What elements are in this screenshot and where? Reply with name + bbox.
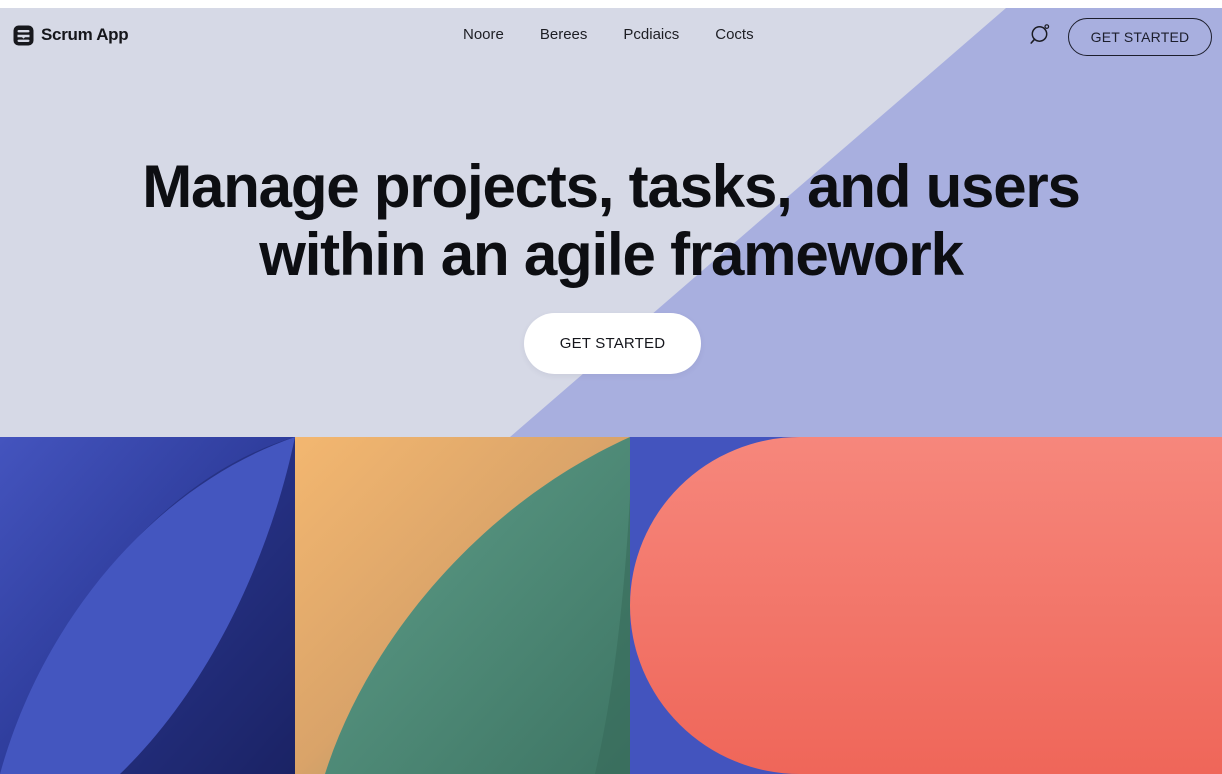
hero-headline-line-2: within an agile framework <box>259 221 964 288</box>
artwork-panel-green <box>295 437 630 774</box>
artwork-panel-coral <box>630 437 1222 774</box>
nav-links: Noore Berees Pcdiaics Cocts <box>463 26 754 43</box>
logo-text: Scrum App <box>41 25 129 44</box>
layers-icon <box>12 24 35 47</box>
nav-link-1[interactable]: Noore <box>463 26 504 43</box>
header-get-started-button[interactable]: GET STARTED <box>1068 18 1212 56</box>
search-icon[interactable] <box>1029 23 1053 47</box>
nav-link-4[interactable]: Cocts <box>715 26 753 43</box>
landing-page: Scrum App Noore Berees Pcdiaics Cocts GE… <box>0 0 1222 774</box>
logo[interactable]: Scrum App <box>12 23 129 47</box>
hero-headline-line-1: Manage projects, tasks, and users <box>142 153 1081 220</box>
top-nav: Scrum App Noore Berees Pcdiaics Cocts GE… <box>0 8 1222 64</box>
artwork-panel-blue <box>0 437 295 774</box>
hero-headline: Manage projects, tasks, and users within… <box>0 153 1222 289</box>
hero-get-started-button[interactable]: GET STARTED <box>524 313 701 374</box>
nav-link-2[interactable]: Berees <box>540 26 588 43</box>
nav-link-3[interactable]: Pcdiaics <box>623 26 679 43</box>
